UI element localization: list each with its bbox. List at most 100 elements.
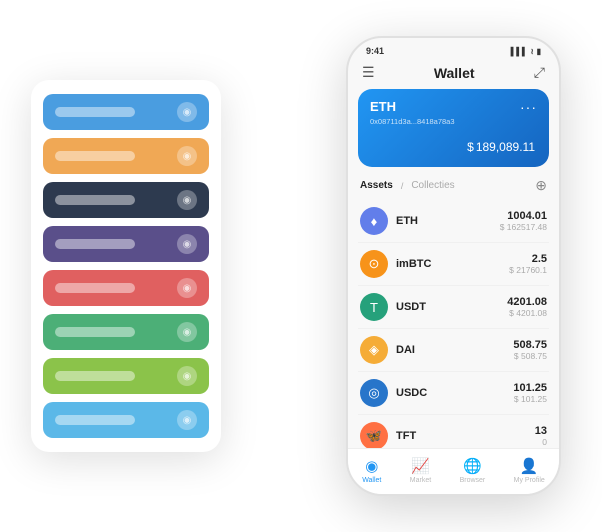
nav-item-my-profile[interactable]: 👤 My Profile (514, 457, 545, 484)
nav-label: Browser (460, 477, 486, 484)
asset-item[interactable]: 🦋 TFT 13 0 (358, 415, 549, 448)
card-list: ◉ ◉ ◉ ◉ ◉ ◉ ◉ ◉ (31, 80, 221, 452)
card-row-icon: ◉ (177, 146, 197, 166)
assets-tabs: Assets / Collecties (360, 180, 455, 191)
phone-header: ☰ Wallet ⤢ (348, 60, 559, 89)
asset-amount: 1004.01 (500, 210, 547, 222)
card-row-icon: ◉ (177, 102, 197, 122)
assets-tab[interactable]: Assets (360, 180, 393, 191)
nav-label: Wallet (362, 477, 381, 484)
nav-label: Market (410, 477, 431, 484)
wallet-symbol: ETH (370, 99, 396, 114)
asset-usd: $ 21760.1 (509, 265, 547, 275)
wallet-balance: $189,089.11 (370, 134, 537, 157)
wallet-title: Wallet (434, 65, 475, 81)
status-icons: ▌▌▌ ≀ ▮ (511, 47, 541, 56)
nav-icon: 📈 (411, 457, 430, 475)
asset-name: USDC (396, 387, 513, 399)
card-row-text (55, 107, 135, 117)
collecties-tab[interactable]: Collecties (411, 180, 454, 191)
nav-item-wallet[interactable]: ◉ Wallet (362, 457, 381, 484)
card-row-icon: ◉ (177, 234, 197, 254)
asset-usd: 0 (535, 437, 547, 447)
asset-amount: 101.25 (513, 382, 547, 394)
nav-icon: 🌐 (463, 457, 482, 475)
card-list-row[interactable]: ◉ (43, 314, 209, 350)
signal-icon: ▌▌▌ (511, 47, 528, 56)
wifi-icon: ≀ (531, 47, 534, 56)
asset-usd: $ 162517.48 (500, 222, 547, 232)
card-row-text (55, 239, 135, 249)
asset-icon: ◈ (360, 336, 388, 364)
asset-name: ETH (396, 215, 500, 227)
expand-icon[interactable]: ⤢ (534, 64, 545, 81)
asset-icon: T (360, 293, 388, 321)
status-time: 9:41 (366, 46, 384, 56)
nav-icon: 👤 (520, 457, 539, 475)
card-list-row[interactable]: ◉ (43, 226, 209, 262)
asset-icon: ♦ (360, 207, 388, 235)
card-list-row[interactable]: ◉ (43, 270, 209, 306)
nav-label: My Profile (514, 477, 545, 484)
asset-icon: ⊙ (360, 250, 388, 278)
battery-icon: ▮ (537, 47, 541, 56)
asset-item[interactable]: ⊙ imBTC 2.5 $ 21760.1 (358, 243, 549, 286)
asset-amount: 508.75 (513, 339, 547, 351)
card-row-text (55, 195, 135, 205)
asset-name: imBTC (396, 258, 509, 270)
asset-usd: $ 101.25 (513, 394, 547, 404)
asset-amount: 2.5 (509, 253, 547, 265)
asset-usd: $ 508.75 (513, 351, 547, 361)
card-row-text (55, 327, 135, 337)
asset-icon: 🦋 (360, 422, 388, 448)
card-row-icon: ◉ (177, 278, 197, 298)
card-list-row[interactable]: ◉ (43, 182, 209, 218)
nav-item-browser[interactable]: 🌐 Browser (460, 457, 486, 484)
balance-prefix: $ (467, 140, 474, 154)
asset-values: 1004.01 $ 162517.48 (500, 210, 547, 232)
card-row-icon: ◉ (177, 190, 197, 210)
card-row-icon: ◉ (177, 410, 197, 430)
wallet-options[interactable]: ··· (520, 99, 537, 115)
wallet-card[interactable]: ETH ··· 0x08711d3a...8418a78a3 $189,089.… (358, 89, 549, 167)
asset-values: 101.25 $ 101.25 (513, 382, 547, 404)
card-row-icon: ◉ (177, 366, 197, 386)
phone-navbar: ◉ Wallet 📈 Market 🌐 Browser 👤 My Profile (348, 448, 559, 494)
menu-icon[interactable]: ☰ (362, 64, 375, 81)
nav-item-market[interactable]: 📈 Market (410, 457, 431, 484)
status-bar: 9:41 ▌▌▌ ≀ ▮ (348, 38, 559, 60)
tab-divider: / (401, 181, 404, 191)
scene: ◉ ◉ ◉ ◉ ◉ ◉ ◉ ◉ 9:41 ▌▌▌ (21, 21, 581, 511)
asset-usd: $ 4201.08 (507, 308, 547, 318)
asset-item[interactable]: ◈ DAI 508.75 $ 508.75 (358, 329, 549, 372)
asset-name: TFT (396, 430, 535, 442)
asset-name: USDT (396, 301, 507, 313)
asset-item[interactable]: T USDT 4201.08 $ 4201.08 (358, 286, 549, 329)
asset-name: DAI (396, 344, 513, 356)
nav-icon: ◉ (365, 457, 378, 475)
asset-values: 4201.08 $ 4201.08 (507, 296, 547, 318)
wallet-address: 0x08711d3a...8418a78a3 (370, 117, 537, 126)
card-row-icon: ◉ (177, 322, 197, 342)
card-row-text (55, 371, 135, 381)
card-list-row[interactable]: ◉ (43, 94, 209, 130)
card-row-text (55, 415, 135, 425)
asset-icon: ◎ (360, 379, 388, 407)
asset-values: 13 0 (535, 425, 547, 447)
asset-item[interactable]: ◎ USDC 101.25 $ 101.25 (358, 372, 549, 415)
asset-item[interactable]: ♦ ETH 1004.01 $ 162517.48 (358, 200, 549, 243)
card-list-row[interactable]: ◉ (43, 138, 209, 174)
asset-amount: 13 (535, 425, 547, 437)
card-row-text (55, 151, 135, 161)
add-asset-button[interactable]: ⊕ (535, 177, 547, 194)
assets-header: Assets / Collecties ⊕ (348, 175, 559, 200)
card-row-text (55, 283, 135, 293)
asset-values: 508.75 $ 508.75 (513, 339, 547, 361)
card-list-row[interactable]: ◉ (43, 402, 209, 438)
balance-amount: 189,089.11 (476, 140, 535, 154)
asset-list: ♦ ETH 1004.01 $ 162517.48 ⊙ imBTC 2.5 $ … (348, 200, 559, 448)
card-list-row[interactable]: ◉ (43, 358, 209, 394)
phone: 9:41 ▌▌▌ ≀ ▮ ☰ Wallet ⤢ ETH ··· 0x08711d… (346, 36, 561, 496)
asset-values: 2.5 $ 21760.1 (509, 253, 547, 275)
asset-amount: 4201.08 (507, 296, 547, 308)
